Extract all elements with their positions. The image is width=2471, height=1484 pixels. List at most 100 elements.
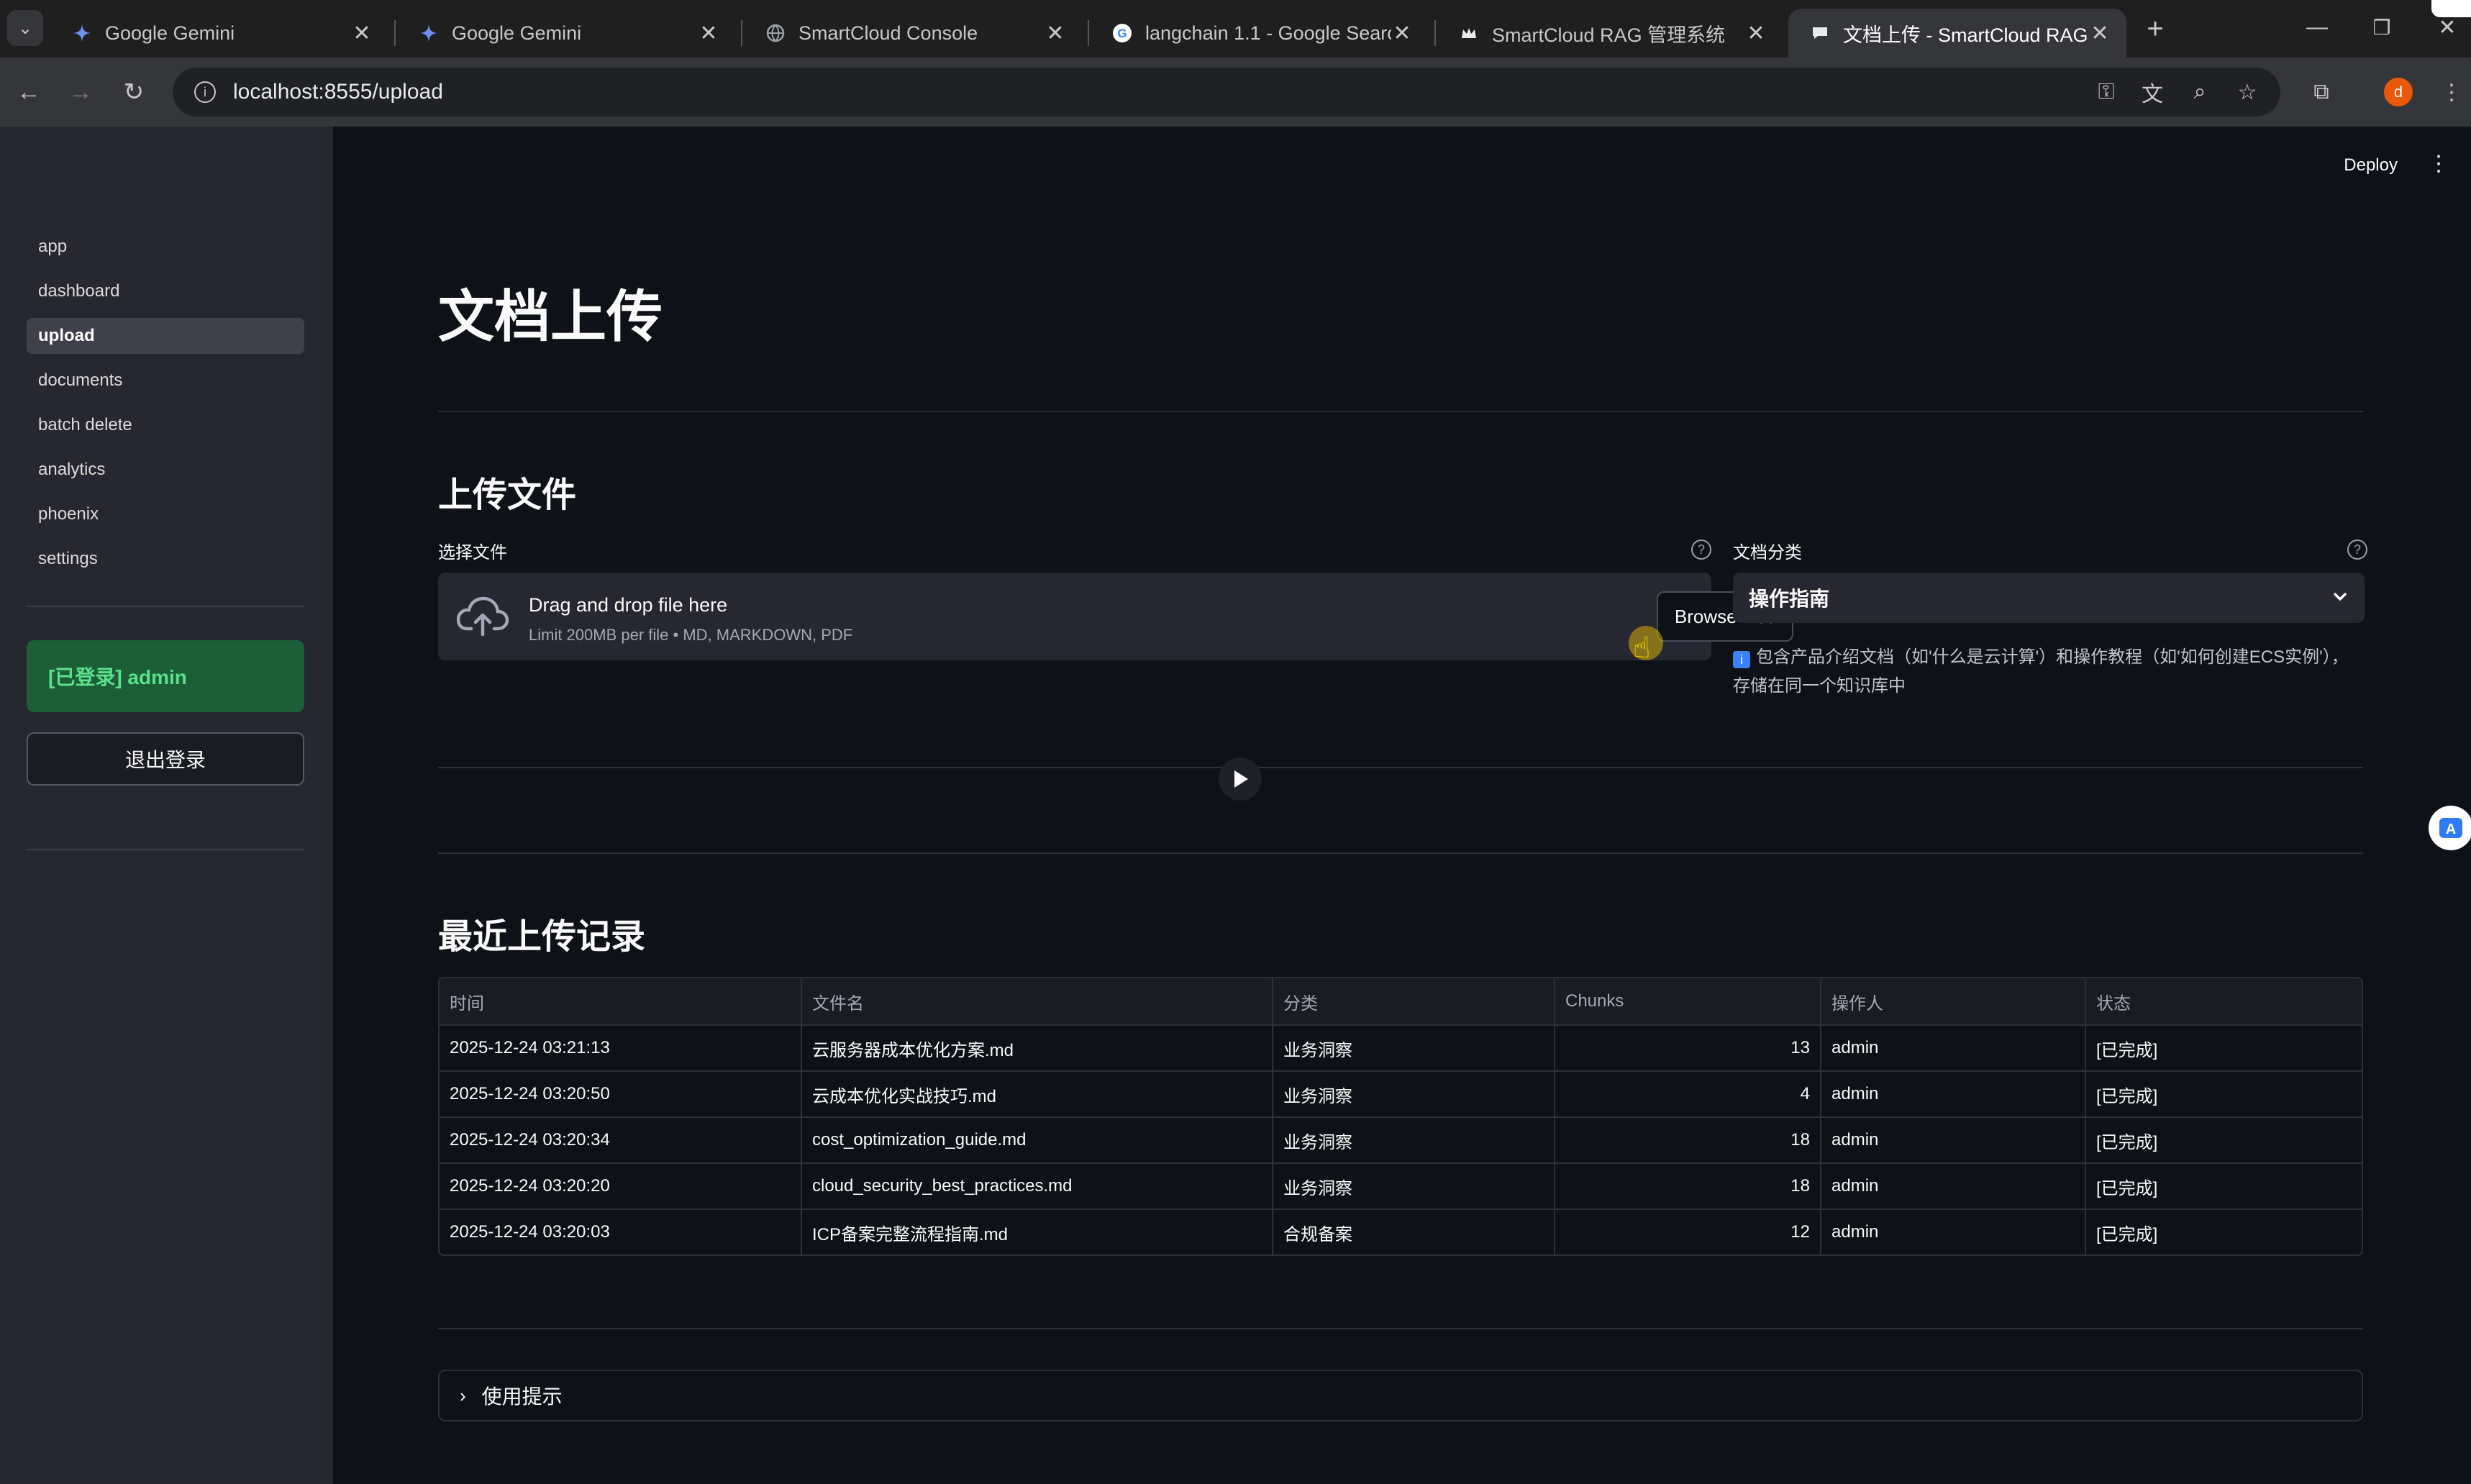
cell-category: 业务洞察: [1272, 1026, 1554, 1070]
cell-status: [已完成]: [2085, 1026, 2362, 1070]
cell-status: [已完成]: [2085, 1164, 2362, 1208]
tab-title: 文档上传 - SmartCloud RAG: [1843, 24, 2088, 46]
chevron-right-icon: ›: [460, 1384, 466, 1406]
svg-text:A: A: [2446, 821, 2456, 837]
close-icon[interactable]: ✕: [1745, 21, 1767, 46]
column-header-status[interactable]: 状态: [2085, 978, 2362, 1024]
cell-category: 合规备案: [1272, 1210, 1554, 1255]
tab-search-icon[interactable]: ⌄: [7, 10, 43, 46]
table-row: 2025-12-24 03:21:13 云服务器成本优化方案.md 业务洞察 1…: [440, 1024, 2362, 1070]
browser-tab-4[interactable]: G langchain 1.1 - Google Searc ✕: [1091, 9, 1429, 58]
forward-icon[interactable]: →: [62, 73, 99, 111]
browser-tab-2[interactable]: Google Gemini ✕: [397, 9, 735, 58]
table-row: 2025-12-24 03:20:03 ICP备案完整流程指南.md 合规备案 …: [440, 1208, 2362, 1255]
edge-tab-icon[interactable]: [2431, 0, 2471, 17]
cell-chunks: 18: [1554, 1164, 1820, 1208]
column-header-time[interactable]: 时间: [440, 978, 801, 1024]
category-select-value: 操作指南: [1749, 588, 1830, 610]
recent-uploads-table: 时间 文件名 分类 Chunks 操作人 状态 2025-12-24 03:21…: [438, 977, 2363, 1256]
sidebar-item-analytics[interactable]: analytics: [27, 452, 304, 488]
sidebar-item-batch-delete[interactable]: batch delete: [27, 407, 304, 443]
close-icon[interactable]: ✕: [1045, 21, 1066, 46]
main-content: Deploy ⋮ 文档上传 上传文件 选择文件 ? Drag and drop …: [333, 127, 2471, 1484]
cell-filename: 云成本优化实战技巧.md: [801, 1072, 1272, 1116]
cell-category: 业务洞察: [1272, 1164, 1554, 1208]
sidebar-item-phoenix[interactable]: phoenix: [27, 496, 304, 532]
sidebar-item-app[interactable]: app: [27, 229, 304, 265]
deploy-button[interactable]: Deploy: [2344, 155, 2398, 176]
dropzone-limit-text: Limit 200MB per file • MD, MARKDOWN, PDF: [529, 626, 853, 644]
site-info-icon[interactable]: i: [194, 81, 216, 103]
translate-widget-icon[interactable]: A: [2429, 806, 2471, 850]
bookmark-star-icon[interactable]: ☆: [2231, 76, 2263, 108]
column-header-filename[interactable]: 文件名: [801, 978, 1272, 1024]
password-key-icon[interactable]: ⚿: [2090, 76, 2122, 108]
cell-time: 2025-12-24 03:21:13: [450, 1038, 610, 1057]
sidebar-item-dashboard[interactable]: dashboard: [27, 273, 304, 309]
column-header-chunks[interactable]: Chunks: [1554, 978, 1820, 1024]
browser-menu-icon[interactable]: ⋮: [2436, 76, 2467, 108]
restore-icon[interactable]: ❐: [2363, 9, 2401, 46]
close-icon[interactable]: ✕: [2089, 21, 2111, 46]
hand-cursor-icon: ☝: [1633, 632, 1651, 664]
table-row: 2025-12-24 03:20:20 cloud_security_best_…: [440, 1162, 2362, 1208]
translate-icon[interactable]: 文: [2136, 76, 2168, 108]
url-text[interactable]: localhost:8555/upload: [233, 80, 443, 104]
play-icon[interactable]: [1219, 757, 1262, 801]
help-icon[interactable]: ?: [1691, 540, 1711, 560]
back-icon[interactable]: ←: [10, 73, 47, 111]
new-tab-icon[interactable]: +: [2136, 10, 2174, 47]
reload-icon[interactable]: ↻: [115, 73, 153, 111]
extensions-icon[interactable]: ⧉: [2306, 76, 2337, 108]
usage-tips-expander[interactable]: › 使用提示: [438, 1370, 2363, 1421]
cell-category: 业务洞察: [1272, 1118, 1554, 1162]
address-bar[interactable]: i localhost:8555/upload: [173, 68, 2280, 117]
logout-button[interactable]: 退出登录: [27, 732, 304, 786]
cell-filename: ICP备案完整流程指南.md: [801, 1210, 1272, 1255]
sidebar-item-label: app: [38, 237, 68, 256]
sidebar-item-documents[interactable]: documents: [27, 363, 304, 399]
sidebar-item-label: documents: [38, 370, 123, 390]
sidebar-item-label: dashboard: [38, 281, 120, 301]
help-icon[interactable]: ?: [2347, 540, 2367, 560]
gemini-icon: [72, 23, 92, 43]
info-icon: i: [1733, 651, 1750, 668]
sidebar-item-label: analytics: [38, 460, 106, 479]
cell-time: 2025-12-24 03:20:50: [450, 1084, 610, 1103]
cell-operator: admin: [1820, 1072, 2085, 1116]
tab-separator: [741, 20, 742, 46]
sidebar-item-label: phoenix: [38, 504, 99, 524]
tab-title: Google Gemini: [452, 22, 582, 44]
sidebar-item-upload[interactable]: upload: [27, 318, 304, 354]
browser-tab-1[interactable]: Google Gemini ✕: [50, 9, 388, 58]
cell-filename: 云服务器成本优化方案.md: [801, 1026, 1272, 1070]
tab-separator: [1088, 20, 1089, 46]
browser-tab-6[interactable]: 文档上传 - SmartCloud RAG ✕: [1788, 9, 2126, 58]
file-dropzone[interactable]: Drag and drop file here Limit 200MB per …: [438, 573, 1793, 660]
sidebar-item-label: settings: [38, 549, 98, 568]
minimize-icon[interactable]: —: [2298, 9, 2336, 46]
cell-chunks: 12: [1554, 1210, 1820, 1255]
address-toolbar: ← → ↻ i localhost:8555/upload ⚿ 文 ⌕ ☆ ⧉ …: [0, 58, 2471, 127]
category-select[interactable]: 操作指南: [1733, 573, 2365, 623]
browser-tab-5[interactable]: SmartCloud RAG 管理系统 ✕: [1437, 9, 1783, 58]
column-header-category[interactable]: 分类: [1272, 978, 1554, 1024]
column-header-operator[interactable]: 操作人: [1820, 978, 2085, 1024]
browser-tab-3[interactable]: SmartCloud Console ✕: [744, 9, 1082, 58]
chevron-down-icon: [2330, 587, 2350, 607]
tab-title: SmartCloud Console: [798, 22, 978, 44]
close-icon[interactable]: ✕: [351, 21, 373, 46]
zoom-icon[interactable]: ⌕: [2184, 76, 2216, 108]
chat-icon: [1810, 23, 1830, 43]
app-menu-icon[interactable]: ⋮: [2428, 151, 2449, 176]
sidebar-item-settings[interactable]: settings: [27, 541, 304, 577]
divider: [438, 1328, 2363, 1329]
profile-avatar[interactable]: d: [2384, 78, 2413, 106]
close-icon[interactable]: ✕: [698, 21, 719, 46]
close-icon[interactable]: ✕: [1391, 21, 1413, 46]
sidebar: app dashboard upload documents batch del…: [0, 127, 333, 1484]
cell-status: [已完成]: [2085, 1072, 2362, 1116]
category-field-label: 文档分类: [1733, 543, 1802, 563]
cell-time: 2025-12-24 03:20:34: [450, 1130, 610, 1150]
file-field-label: 选择文件: [438, 543, 507, 563]
